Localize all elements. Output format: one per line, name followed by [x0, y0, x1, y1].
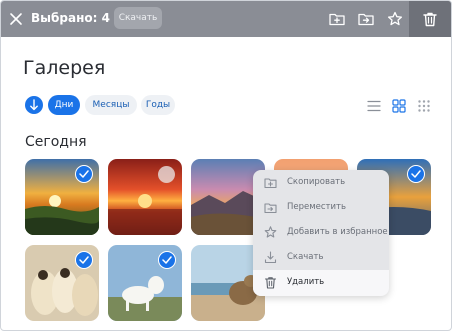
download-icon — [264, 251, 277, 264]
check-icon — [411, 170, 421, 178]
menu-item-download[interactable]: Скачать — [253, 245, 389, 270]
favorite-button[interactable] — [385, 9, 405, 29]
copy-icon — [264, 178, 277, 189]
check-icon — [79, 256, 89, 264]
close-selection-button[interactable] — [5, 8, 27, 30]
download-button[interactable]: Скачать — [114, 7, 162, 29]
compact-grid-icon — [418, 100, 430, 112]
page-title: Галерея — [23, 57, 106, 79]
menu-item-delete[interactable]: Удалить — [253, 270, 389, 296]
folder-add-icon — [329, 13, 345, 26]
selected-count: Выбрано: 4 — [31, 11, 110, 25]
tab-years[interactable]: Годы — [141, 95, 175, 115]
list-view-icon — [367, 100, 381, 112]
menu-item-label: Удалить — [287, 277, 325, 287]
check-icon — [162, 256, 172, 264]
context-menu: Скопировать Переместить Добавить в избра… — [253, 170, 389, 296]
tab-days[interactable]: Дни — [48, 95, 80, 115]
section-title-today: Сегодня — [25, 134, 87, 150]
add-to-album-button[interactable] — [327, 9, 347, 29]
selection-toolbar: Выбрано: 4 Скачать — [1, 1, 451, 37]
menu-item-label: Переместить — [287, 202, 346, 212]
gallery-window: Выбрано: 4 Скачать Галерея Дни Месяцы Го… — [0, 0, 452, 331]
selected-check[interactable] — [75, 165, 93, 183]
photo-white-dog[interactable] — [108, 245, 182, 321]
trash-icon — [264, 277, 277, 289]
compact-grid-view-button[interactable] — [417, 98, 431, 112]
grid-view-icon — [392, 99, 406, 113]
selected-check[interactable] — [407, 165, 425, 183]
arrow-down-icon — [30, 99, 38, 111]
move-icon — [264, 203, 277, 214]
unselected-check[interactable] — [158, 166, 175, 183]
trash-icon — [423, 12, 437, 27]
move-to-album-button[interactable] — [356, 9, 376, 29]
list-view-button[interactable] — [367, 98, 381, 112]
menu-item-label: Добавить в избранное — [287, 227, 388, 237]
delete-button[interactable] — [409, 1, 451, 37]
close-icon — [10, 13, 22, 25]
selected-check[interactable] — [158, 251, 176, 269]
selected-check[interactable] — [75, 251, 93, 269]
star-icon — [264, 226, 277, 238]
grid-view-button[interactable] — [392, 98, 406, 113]
star-icon — [387, 11, 403, 26]
photo-sunset-meadow[interactable] — [25, 159, 99, 235]
menu-item-label: Скопировать — [287, 177, 346, 187]
menu-item-favorite[interactable]: Добавить в избранное — [253, 220, 389, 245]
photo-red-sunset[interactable] — [108, 159, 182, 235]
menu-item-copy[interactable]: Скопировать — [253, 170, 389, 195]
photo-three-dogs[interactable] — [25, 245, 99, 321]
folder-move-icon — [358, 13, 374, 26]
check-icon — [79, 170, 89, 178]
sort-order-button[interactable] — [25, 96, 43, 114]
menu-item-move[interactable]: Переместить — [253, 195, 389, 220]
tab-months[interactable]: Месяцы — [85, 95, 137, 115]
menu-item-label: Скачать — [287, 252, 324, 262]
